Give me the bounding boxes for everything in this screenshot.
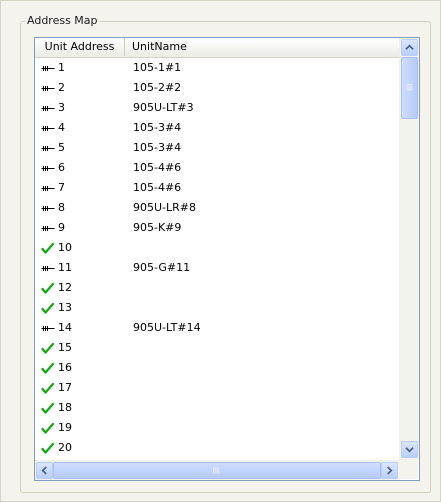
list-header: Unit Address UnitName xyxy=(35,38,399,58)
list-item[interactable]: 2 105-2#2 xyxy=(35,78,399,98)
checkmark-icon xyxy=(41,278,55,298)
list-item[interactable]: 6 105-4#6 xyxy=(35,158,399,178)
list-item[interactable]: 20 xyxy=(35,438,399,458)
unit-address-cell: 3 xyxy=(58,101,65,114)
unit-address-cell: 15 xyxy=(58,341,72,354)
vertical-scroll-thumb[interactable] xyxy=(401,57,418,119)
network-icon xyxy=(41,218,55,238)
checkmark-icon xyxy=(41,298,55,318)
list-item[interactable]: 9 905-K#9 xyxy=(35,218,399,238)
checkmark-icon xyxy=(41,398,55,418)
unit-address-cell: 9 xyxy=(58,221,65,234)
horizontal-scrollbar[interactable] xyxy=(35,460,399,480)
unit-name-cell: 105-4#6 xyxy=(133,161,182,174)
checkmark-icon xyxy=(41,418,55,438)
unit-name-cell: 905-G#11 xyxy=(133,261,191,274)
unit-address-cell: 20 xyxy=(58,441,72,454)
list-item[interactable]: 4 105-3#4 xyxy=(35,118,399,138)
unit-name-cell: 105-3#4 xyxy=(133,141,182,154)
dialog-window: Address Map Unit Address UnitName 1 105-1… xyxy=(0,0,441,502)
list-item[interactable]: 15 xyxy=(35,338,399,358)
network-icon xyxy=(41,98,55,118)
list-item[interactable]: 13 xyxy=(35,298,399,318)
network-icon xyxy=(41,158,55,178)
chevron-down-icon xyxy=(405,447,414,453)
unit-address-cell: 2 xyxy=(58,81,65,94)
grip-icon xyxy=(406,84,413,91)
unit-address-cell: 18 xyxy=(58,401,72,414)
list-item[interactable]: 3 905U-LT#3 xyxy=(35,98,399,118)
list-rows: 1 105-1#1 2 105-2#2 3 905U-LT#3 4 105-3#4 5 105-3… xyxy=(35,58,399,460)
unit-address-cell: 6 xyxy=(58,161,65,174)
scroll-left-button[interactable] xyxy=(36,462,53,479)
network-icon xyxy=(41,78,55,98)
unit-address-cell: 13 xyxy=(58,301,72,314)
column-header-unit-name[interactable]: UnitName xyxy=(126,38,246,56)
checkmark-icon xyxy=(41,338,55,358)
unit-address-cell: 5 xyxy=(58,141,65,154)
unit-address-cell: 19 xyxy=(58,421,72,434)
list-item[interactable]: 11 905-G#11 xyxy=(35,258,399,278)
groupbox-title: Address Map xyxy=(25,14,100,28)
unit-address-cell: 14 xyxy=(58,321,72,334)
unit-address-cell: 7 xyxy=(58,181,65,194)
network-icon xyxy=(41,58,55,78)
chevron-up-icon xyxy=(405,44,414,50)
scroll-right-button[interactable] xyxy=(381,462,398,479)
list-item[interactable]: 7 105-4#6 xyxy=(35,178,399,198)
checkmark-icon xyxy=(41,378,55,398)
network-icon xyxy=(41,198,55,218)
unit-name-cell: 905U-LT#14 xyxy=(133,321,201,334)
column-header-unit-address[interactable]: Unit Address xyxy=(35,38,125,56)
unit-address-cell: 4 xyxy=(58,121,65,134)
chevron-right-icon xyxy=(387,466,393,475)
chevron-left-icon xyxy=(41,466,47,475)
unit-address-cell: 1 xyxy=(58,61,65,74)
unit-name-cell: 905-K#9 xyxy=(133,221,182,234)
network-icon xyxy=(41,118,55,138)
checkmark-icon xyxy=(41,438,55,458)
list-item[interactable]: 18 xyxy=(35,398,399,418)
unit-address-cell: 8 xyxy=(58,201,65,214)
horizontal-scroll-thumb[interactable] xyxy=(53,462,381,479)
unit-address-cell: 17 xyxy=(58,381,72,394)
unit-name-cell: 905U-LR#8 xyxy=(133,201,197,214)
list-item[interactable]: 16 xyxy=(35,358,399,378)
unit-name-cell: 105-1#1 xyxy=(133,61,182,74)
scrollbar-corner xyxy=(399,460,418,479)
unit-address-cell: 12 xyxy=(58,281,72,294)
scroll-up-button[interactable] xyxy=(401,39,418,56)
list-item[interactable]: 19 xyxy=(35,418,399,438)
unit-name-cell: 105-2#2 xyxy=(133,81,182,94)
list-item[interactable]: 5 105-3#4 xyxy=(35,138,399,158)
unit-address-cell: 10 xyxy=(58,241,72,254)
unit-address-cell: 16 xyxy=(58,361,72,374)
scroll-down-button[interactable] xyxy=(401,441,418,458)
list-item[interactable]: 8 905U-LR#8 xyxy=(35,198,399,218)
list-item[interactable]: 1 105-1#1 xyxy=(35,58,399,78)
checkmark-icon xyxy=(41,358,55,378)
list-item[interactable]: 10 xyxy=(35,238,399,258)
list-item[interactable]: 14 905U-LT#14 xyxy=(35,318,399,338)
grip-icon xyxy=(213,467,220,474)
list-item[interactable]: 17 xyxy=(35,378,399,398)
network-icon xyxy=(41,318,55,338)
network-icon xyxy=(41,138,55,158)
unit-name-cell: 105-4#6 xyxy=(133,181,182,194)
address-map-listview[interactable]: Unit Address UnitName 1 105-1#1 2 105-2#2 3 9… xyxy=(34,37,420,481)
list-item[interactable]: 12 xyxy=(35,278,399,298)
network-icon xyxy=(41,258,55,278)
vertical-scrollbar[interactable] xyxy=(399,38,419,460)
unit-name-cell: 105-3#4 xyxy=(133,121,182,134)
unit-name-cell: 905U-LT#3 xyxy=(133,101,194,114)
checkmark-icon xyxy=(41,238,55,258)
network-icon xyxy=(41,178,55,198)
unit-address-cell: 11 xyxy=(58,261,72,274)
